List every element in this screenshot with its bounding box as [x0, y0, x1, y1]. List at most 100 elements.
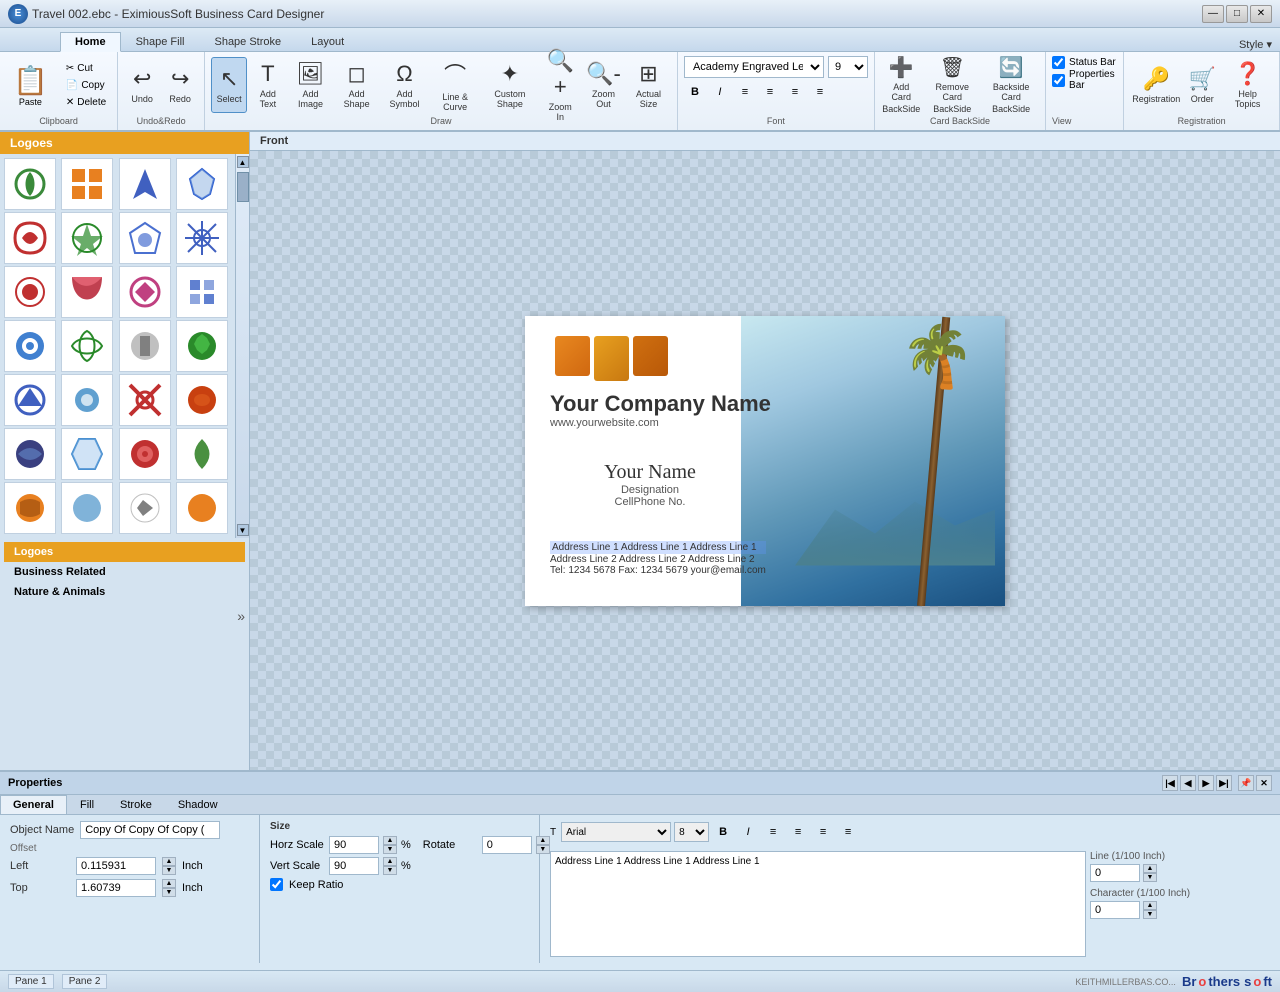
props-font-size[interactable]: 8	[674, 822, 709, 842]
bold-button[interactable]: B	[684, 81, 706, 103]
list-item[interactable]	[119, 320, 171, 372]
list-item[interactable]	[119, 428, 171, 480]
address-line-2[interactable]: Address Line 2 Address Line 2 Address Li…	[550, 554, 766, 565]
list-item[interactable]	[119, 212, 171, 264]
list-item[interactable]	[61, 212, 113, 264]
add-shape-button[interactable]: ◻ Add Shape	[334, 57, 378, 113]
top-up-button[interactable]: ▲	[162, 879, 176, 888]
props-nav-first[interactable]: |◀	[1162, 775, 1178, 791]
props-bold-button[interactable]: B	[712, 821, 734, 843]
font-name-select[interactable]: Academy Engraved Le	[684, 56, 824, 78]
rotate-input[interactable]	[482, 836, 532, 854]
order-button[interactable]: 🛒 Order	[1184, 57, 1220, 113]
top-input[interactable]	[76, 879, 156, 897]
address-line-1[interactable]: Address Line 1 Address Line 1 Address Li…	[550, 541, 766, 554]
font-size-select[interactable]: 9	[828, 56, 868, 78]
list-item[interactable]	[176, 320, 228, 372]
list-item[interactable]	[61, 320, 113, 372]
left-up-button[interactable]: ▲	[162, 857, 176, 866]
props-font-name[interactable]: Arial	[561, 822, 671, 842]
props-tab-fill[interactable]: Fill	[67, 795, 107, 814]
registration-button[interactable]: 🔑 Registration	[1130, 57, 1182, 113]
list-item[interactable]	[176, 374, 228, 426]
scroll-up-button[interactable]: ▲	[237, 156, 249, 168]
zoom-out-button[interactable]: 🔍- Zoom Out	[583, 57, 624, 113]
align-left-button[interactable]: ≡	[734, 81, 756, 103]
props-nav-next[interactable]: ▶	[1198, 775, 1214, 791]
justify-button[interactable]: ≡	[809, 81, 831, 103]
line-down[interactable]: ▼	[1143, 873, 1157, 882]
props-tab-general[interactable]: General	[0, 795, 67, 814]
list-item[interactable]	[176, 482, 228, 534]
zoom-in-button[interactable]: 🔍+ Zoom In	[540, 57, 581, 113]
horz-scale-down[interactable]: ▼	[383, 845, 397, 854]
props-justify[interactable]: ≡	[837, 821, 859, 843]
list-item[interactable]	[119, 158, 171, 210]
list-item[interactable]	[176, 158, 228, 210]
list-item[interactable]	[176, 266, 228, 318]
select-button[interactable]: ↖ Select	[211, 57, 247, 113]
maximize-button[interactable]: □	[1226, 5, 1248, 23]
list-item[interactable]	[4, 158, 56, 210]
left-down-button[interactable]: ▼	[162, 866, 176, 875]
props-nav-prev[interactable]: ◀	[1180, 775, 1196, 791]
list-item[interactable]	[61, 158, 113, 210]
top-down-button[interactable]: ▼	[162, 888, 176, 897]
text-content-area[interactable]: Address Line 1 Address Line 1 Address Li…	[550, 851, 1086, 957]
undo-button[interactable]: ↩ Undo	[124, 57, 160, 113]
horz-scale-up[interactable]: ▲	[383, 836, 397, 845]
props-close-button[interactable]: ✕	[1256, 775, 1272, 791]
paste-button[interactable]: 📋 Paste	[6, 60, 55, 111]
style-button[interactable]: Style ▾	[1239, 38, 1272, 51]
redo-button[interactable]: ↪ Redo	[162, 57, 198, 113]
sidebar-scrollbar[interactable]: ▲ ▼	[235, 154, 249, 538]
vert-scale-up[interactable]: ▲	[383, 857, 397, 866]
tab-layout[interactable]: Layout	[296, 32, 359, 51]
list-item[interactable]	[119, 482, 171, 534]
tab-shape-fill[interactable]: Shape Fill	[121, 32, 200, 51]
person-name[interactable]: Your Name	[550, 461, 750, 484]
sidebar-item-nature[interactable]: Nature & Animals	[4, 582, 245, 602]
minimize-button[interactable]: —	[1202, 5, 1224, 23]
align-center-button[interactable]: ≡	[759, 81, 781, 103]
add-image-button[interactable]: 🖼 Add Image	[289, 57, 333, 113]
char-down[interactable]: ▼	[1143, 910, 1157, 919]
line-up[interactable]: ▲	[1143, 864, 1157, 873]
object-name-input[interactable]	[80, 821, 220, 839]
list-item[interactable]	[176, 428, 228, 480]
horz-scale-input[interactable]	[329, 836, 379, 854]
list-item[interactable]	[61, 266, 113, 318]
italic-button[interactable]: I	[709, 81, 731, 103]
list-item[interactable]	[4, 320, 56, 372]
line-spacing-input[interactable]	[1090, 864, 1140, 882]
company-name[interactable]: Your Company Name	[550, 391, 771, 417]
props-align-right[interactable]: ≡	[812, 821, 834, 843]
list-item[interactable]	[4, 482, 56, 534]
add-text-button[interactable]: T Add Text	[249, 57, 286, 113]
canvas-tab-front[interactable]: Front	[260, 135, 288, 147]
props-tab-stroke[interactable]: Stroke	[107, 795, 165, 814]
props-italic-button[interactable]: I	[737, 821, 759, 843]
scroll-thumb[interactable]	[237, 172, 249, 202]
left-input[interactable]	[76, 857, 156, 875]
props-nav-last[interactable]: ▶|	[1216, 775, 1232, 791]
custom-shape-button[interactable]: ✦ Custom Shape	[482, 57, 537, 113]
align-right-button[interactable]: ≡	[784, 81, 806, 103]
list-item[interactable]	[61, 482, 113, 534]
list-item[interactable]	[176, 212, 228, 264]
business-card[interactable]: 🌴 Your Company Name www.yourwebsite.com	[525, 316, 1005, 606]
status-bar-checkbox[interactable]	[1052, 56, 1065, 69]
list-item[interactable]	[119, 374, 171, 426]
backside-card-button[interactable]: 🔄 Backside Card BackSide	[983, 56, 1039, 112]
close-button[interactable]: ✕	[1250, 5, 1272, 23]
properties-bar-checkbox[interactable]	[1052, 74, 1065, 87]
props-pin-button[interactable]: 📌	[1238, 775, 1254, 791]
sidebar-item-logoes[interactable]: Logoes	[4, 542, 245, 562]
char-spacing-input[interactable]	[1090, 901, 1140, 919]
vert-scale-input[interactable]	[329, 857, 379, 875]
title-bar-controls[interactable]: — □ ✕	[1202, 5, 1272, 23]
delete-button[interactable]: ✕ Delete	[61, 94, 111, 111]
cell-phone[interactable]: CellPhone No.	[550, 496, 750, 508]
list-item[interactable]	[4, 266, 56, 318]
add-symbol-button[interactable]: Ω Add Symbol	[381, 57, 428, 113]
